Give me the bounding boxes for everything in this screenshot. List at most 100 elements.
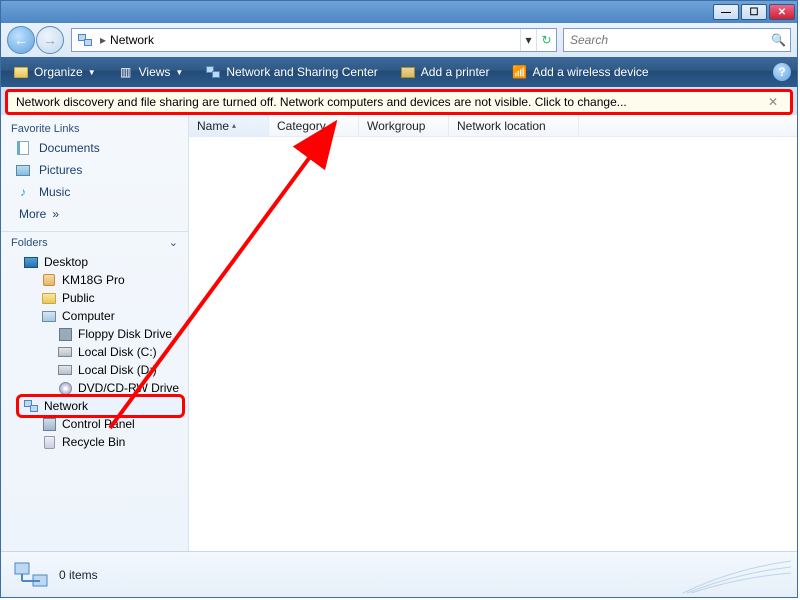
network-icon xyxy=(23,398,39,414)
tree-label: Public xyxy=(62,291,95,305)
favorite-more[interactable]: More » xyxy=(1,203,188,225)
network-icon xyxy=(76,31,94,49)
arrow-right-icon: → xyxy=(43,32,57,48)
network-sharing-center-button[interactable]: Network and Sharing Center xyxy=(199,62,383,82)
hard-drive-icon xyxy=(57,344,73,360)
printer-icon xyxy=(400,64,416,80)
wireless-icon: 📶 xyxy=(511,64,527,80)
nav-buttons: ← → xyxy=(7,26,65,54)
tree-label: Local Disk (C:) xyxy=(78,345,157,359)
hard-drive-icon xyxy=(57,362,73,378)
computer-icon xyxy=(41,308,57,324)
close-button[interactable]: ✕ xyxy=(769,4,795,20)
sidebar: Favorite Links Documents Pictures ♪ Musi… xyxy=(1,115,189,551)
infobar-message: Network discovery and file sharing are t… xyxy=(16,95,627,109)
add-printer-label: Add a printer xyxy=(421,65,490,79)
refresh-button[interactable]: ↻ xyxy=(536,29,556,51)
nav-row: ← → ▸ Network ▾ ↻ 🔍 xyxy=(1,23,797,57)
column-category[interactable]: Category xyxy=(269,115,359,136)
status-decoration xyxy=(673,559,793,595)
column-label: Workgroup xyxy=(367,119,425,133)
folders-label: Folders xyxy=(11,237,48,249)
file-list-body[interactable] xyxy=(189,137,797,551)
tree-local-disk-c[interactable]: Local Disk (C:) xyxy=(1,343,188,361)
tree-label: DVD/CD-RW Drive xyxy=(78,381,179,395)
column-network-location[interactable]: Network location xyxy=(449,115,579,136)
pictures-icon xyxy=(15,162,31,178)
chevron-right-icon: » xyxy=(52,207,59,221)
network-large-icon xyxy=(11,559,53,591)
column-label: Name xyxy=(197,119,229,133)
floppy-icon xyxy=(57,326,73,342)
favorite-music[interactable]: ♪ Music xyxy=(1,181,188,203)
tree-label: KM18G Pro xyxy=(62,273,125,287)
favorite-label: Pictures xyxy=(39,163,82,177)
folder-icon xyxy=(41,290,57,306)
help-button[interactable]: ? xyxy=(773,63,791,81)
address-bar[interactable]: ▸ Network ▾ ↻ xyxy=(71,28,557,52)
tree-label: Network xyxy=(44,399,88,413)
tree-floppy[interactable]: Floppy Disk Drive xyxy=(1,325,188,343)
tree-local-disk-d[interactable]: Local Disk (D:) xyxy=(1,361,188,379)
arrow-left-icon: ← xyxy=(14,32,28,48)
file-list-area: Name ▴ Category Workgroup Network locati… xyxy=(189,115,797,551)
add-printer-button[interactable]: Add a printer xyxy=(394,62,496,82)
minimize-button[interactable]: — xyxy=(713,4,739,20)
status-text: 0 items xyxy=(59,568,98,582)
tree-network[interactable]: Network xyxy=(19,397,182,415)
add-wireless-label: Add a wireless device xyxy=(532,65,648,79)
network-sharing-center-label: Network and Sharing Center xyxy=(226,65,377,79)
views-menu[interactable]: ▥ Views ▼ xyxy=(112,62,190,82)
chevron-down-icon: ⌄ xyxy=(169,236,178,249)
favorite-label: Documents xyxy=(39,141,100,155)
search-box[interactable]: 🔍 xyxy=(563,28,791,52)
tree-dvd-drive[interactable]: DVD/CD-RW Drive xyxy=(1,379,188,397)
tree-desktop[interactable]: Desktop xyxy=(1,253,188,271)
search-input[interactable] xyxy=(568,32,771,48)
network-discovery-infobar[interactable]: Network discovery and file sharing are t… xyxy=(7,91,791,113)
views-label: Views xyxy=(139,65,171,79)
add-wireless-button[interactable]: 📶 Add a wireless device xyxy=(505,62,654,82)
tree-label: Recycle Bin xyxy=(62,435,125,449)
address-dropdown-button[interactable]: ▾ xyxy=(520,29,536,51)
tree-label: Local Disk (D:) xyxy=(78,363,157,377)
music-icon: ♪ xyxy=(15,184,31,200)
user-icon xyxy=(41,272,57,288)
views-icon: ▥ xyxy=(118,64,134,80)
network-center-icon xyxy=(205,64,221,80)
organize-icon xyxy=(13,64,29,80)
titlebar: — ☐ ✕ xyxy=(1,1,797,23)
tree-control-panel[interactable]: Control Panel xyxy=(1,415,188,433)
organize-label: Organize xyxy=(34,65,83,79)
breadcrumb-separator-icon[interactable]: ▸ xyxy=(98,33,108,47)
tree-computer[interactable]: Computer xyxy=(1,307,188,325)
column-label: Network location xyxy=(457,119,546,133)
tree-label: Floppy Disk Drive xyxy=(78,327,172,341)
forward-button[interactable]: → xyxy=(36,26,64,54)
back-button[interactable]: ← xyxy=(7,26,35,54)
search-icon[interactable]: 🔍 xyxy=(771,33,786,47)
column-workgroup[interactable]: Workgroup xyxy=(359,115,449,136)
favorite-links-header: Favorite Links xyxy=(1,119,188,137)
tree-label: Desktop xyxy=(44,255,88,269)
tree-recycle-bin[interactable]: Recycle Bin xyxy=(1,433,188,451)
favorite-pictures[interactable]: Pictures xyxy=(1,159,188,181)
infobar-container: Network discovery and file sharing are t… xyxy=(1,87,797,115)
organize-menu[interactable]: Organize ▼ xyxy=(7,62,102,82)
favorite-documents[interactable]: Documents xyxy=(1,137,188,159)
column-headers: Name ▴ Category Workgroup Network locati… xyxy=(189,115,797,137)
tree-user[interactable]: KM18G Pro xyxy=(1,271,188,289)
body-split: Favorite Links Documents Pictures ♪ Musi… xyxy=(1,115,797,551)
tree-public[interactable]: Public xyxy=(1,289,188,307)
chevron-down-icon: ▼ xyxy=(175,68,183,77)
favorite-label: Music xyxy=(39,185,70,199)
column-name[interactable]: Name ▴ xyxy=(189,115,269,136)
infobar-close-button[interactable]: ✕ xyxy=(764,95,782,109)
maximize-button[interactable]: ☐ xyxy=(741,4,767,20)
folders-header[interactable]: Folders ⌄ xyxy=(1,231,188,251)
control-panel-icon xyxy=(41,416,57,432)
desktop-icon xyxy=(23,254,39,270)
breadcrumb-location[interactable]: Network xyxy=(108,33,156,47)
more-label: More xyxy=(19,207,46,221)
folder-tree: Desktop KM18G Pro Public Computer Floppy… xyxy=(1,251,188,455)
